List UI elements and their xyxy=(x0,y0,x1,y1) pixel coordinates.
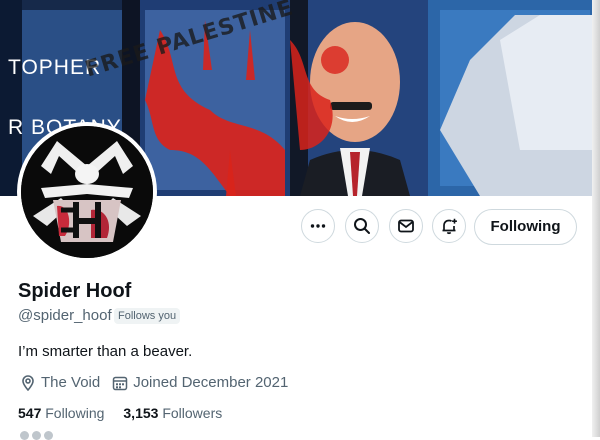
following-button[interactable]: Following xyxy=(474,209,577,245)
followed-by-avatars xyxy=(20,431,53,440)
mini-avatar xyxy=(44,431,53,440)
spider-logo-icon xyxy=(21,126,153,258)
profile-bio: I’m smarter than a beaver. xyxy=(18,343,193,360)
following-stat[interactable]: 547 Following xyxy=(18,405,104,421)
joined-text: Joined December 2021 xyxy=(133,374,289,391)
joined-item: Joined December 2021 xyxy=(112,374,288,391)
more-button[interactable] xyxy=(301,209,335,243)
search-button[interactable] xyxy=(345,209,379,243)
mini-avatar xyxy=(20,431,29,440)
display-name: Spider Hoof xyxy=(18,280,132,302)
message-icon xyxy=(398,219,414,233)
notifications-button[interactable] xyxy=(432,209,466,243)
followers-stat[interactable]: 3,153 Followers xyxy=(123,405,222,421)
follow-stats: 547 Following 3,153 Followers xyxy=(18,405,241,421)
more-icon xyxy=(310,224,326,228)
calendar-icon xyxy=(112,376,128,390)
window-edge xyxy=(592,0,600,437)
followers-count: 3,153 xyxy=(123,405,159,421)
user-handle[interactable]: @spider_hoof xyxy=(18,307,112,324)
follows-you-badge: Follows you xyxy=(114,308,181,324)
profile-meta: The Void Joined December 2021 xyxy=(20,374,300,391)
following-stat-label: Following xyxy=(45,405,105,421)
mini-avatar xyxy=(32,431,41,440)
location-text: The Void xyxy=(41,374,101,391)
following-count: 547 xyxy=(18,405,42,421)
location-item: The Void xyxy=(20,374,100,391)
bell-plus-icon xyxy=(442,218,457,235)
location-pin-icon xyxy=(22,374,34,391)
message-button[interactable] xyxy=(389,209,423,243)
search-icon xyxy=(354,218,370,234)
followers-stat-label: Followers xyxy=(162,405,223,421)
profile-avatar[interactable] xyxy=(17,122,157,262)
